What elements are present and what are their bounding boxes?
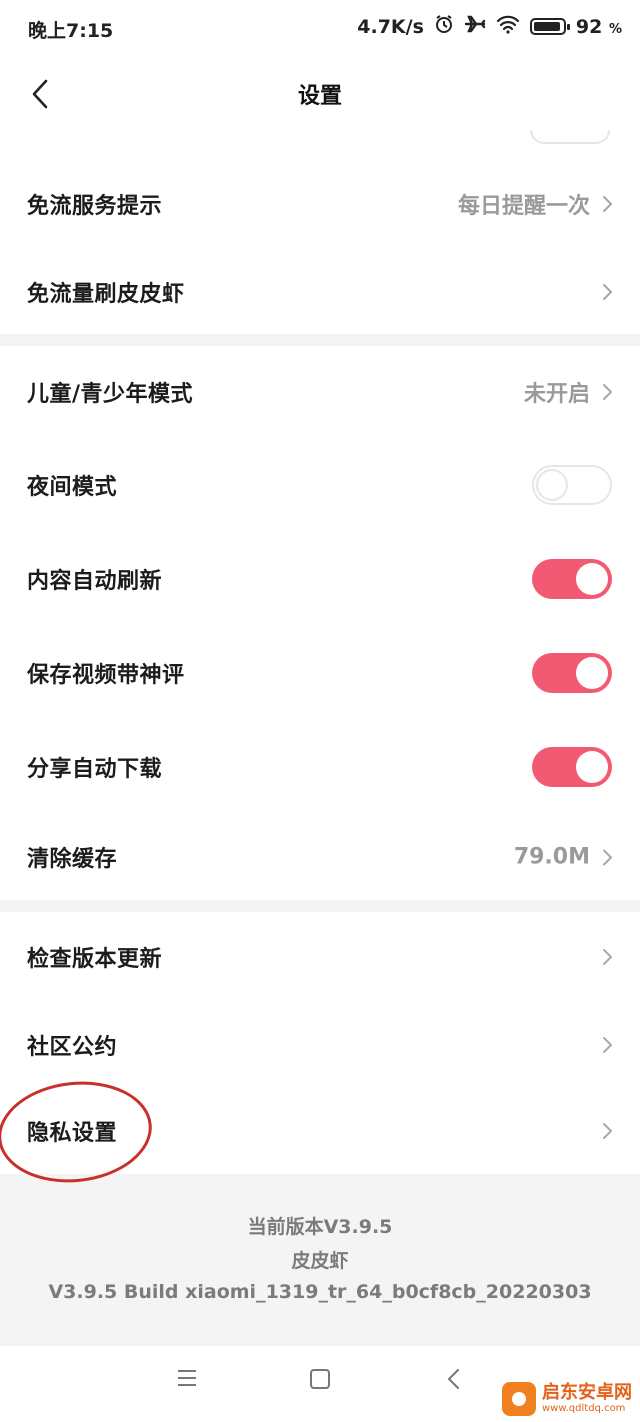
settings-row-free-traffic-tip[interactable]: 免流服务提示 每日提醒一次 <box>0 160 640 248</box>
row-label: 检查版本更新 <box>27 947 163 972</box>
settings-row-free-traffic-browse[interactable]: 免流量刷皮皮虾 <box>0 248 640 336</box>
settings-row-share-auto-download: 分享自动下载 <box>0 720 640 814</box>
settings-section-1: 免流服务提示 每日提醒一次 免流量刷皮皮虾 <box>0 130 640 334</box>
airplane-icon <box>464 14 486 39</box>
row-label: 清除缓存 <box>27 847 118 872</box>
settings-row-community-rules[interactable]: 社区公约 <box>0 1002 640 1088</box>
back-triangle-icon[interactable] <box>446 1368 460 1394</box>
row-right: 每日提醒一次 <box>458 188 614 220</box>
row-right <box>602 1035 614 1055</box>
settings-row-kids-mode[interactable]: 儿童/青少年模式 未开启 <box>0 346 640 438</box>
row-right: 未开启 <box>524 376 614 408</box>
chevron-right-icon <box>603 384 612 400</box>
row-label: 内容自动刷新 <box>27 569 163 594</box>
settings-row-auto-refresh: 内容自动刷新 <box>0 532 640 626</box>
row-right <box>602 947 614 967</box>
row-right: 79.0M <box>514 845 614 870</box>
battery-percent-suffix: % <box>608 21 622 37</box>
app-name: 皮皮虾 <box>291 1250 349 1272</box>
current-version: 当前版本V3.9.5 <box>247 1216 393 1238</box>
save-video-comments-toggle[interactable] <box>532 653 612 693</box>
row-label: 夜间模式 <box>27 475 118 500</box>
battery-icon <box>529 18 570 35</box>
row-label: 社区公约 <box>27 1035 118 1060</box>
page-title: 设置 <box>297 84 342 109</box>
battery-percent-value: 92 <box>575 15 603 38</box>
toggle-knob <box>576 751 608 783</box>
battery-fill <box>533 22 560 31</box>
watermark-name: 启东安卓网 <box>542 1382 632 1403</box>
toggle-knob <box>576 563 608 595</box>
row-right <box>532 653 612 693</box>
status-time: 晚上7:15 <box>28 20 114 42</box>
wifi-icon <box>496 14 520 39</box>
row-label: 保存视频带神评 <box>27 663 185 688</box>
share-auto-download-toggle[interactable] <box>532 747 612 787</box>
row-right <box>532 465 612 505</box>
settings-row-night-mode: 夜间模式 <box>0 438 640 532</box>
nav-header: 设置 <box>0 58 640 130</box>
row-right <box>602 1121 614 1141</box>
watermark: 启东安卓网 www.qdltdq.com <box>502 1382 632 1416</box>
row-label: 免流服务提示 <box>27 194 163 219</box>
cache-size: 79.0M <box>513 844 590 870</box>
row-right <box>532 747 612 787</box>
row-right <box>602 282 614 302</box>
watermark-url: www.qdltdq.com <box>542 1403 626 1414</box>
toggle-knob <box>576 657 608 689</box>
network-speed: 4.7K/s <box>357 15 424 38</box>
auto-refresh-toggle[interactable] <box>532 559 612 599</box>
row-label: 免流量刷皮皮虾 <box>27 282 185 307</box>
settings-row-clear-cache[interactable]: 清除缓存 79.0M <box>0 814 640 900</box>
row-value: 每日提醒一次 <box>457 194 590 219</box>
build-info: V3.9.5 Build xiaomi_1319_tr_64_b0cf8cb_2… <box>48 1281 592 1303</box>
night-mode-toggle[interactable] <box>532 465 612 505</box>
status-right: 4.7K/s 92 % <box>357 14 622 39</box>
alarm-icon <box>434 14 454 39</box>
row-value: 未开启 <box>523 382 590 407</box>
battery-percent: 92 % <box>576 16 622 38</box>
watermark-logo-icon <box>502 1382 536 1416</box>
chevron-right-icon <box>603 284 612 300</box>
chevron-right-icon <box>603 1123 612 1139</box>
chevron-right-icon <box>603 949 612 965</box>
chevron-right-icon <box>603 1037 612 1053</box>
chevron-right-icon <box>603 849 612 865</box>
chevron-right-icon <box>603 196 612 212</box>
row-label: 儿童/青少年模式 <box>27 382 194 407</box>
toggle-partial-hidden[interactable] <box>530 130 610 144</box>
status-bar: 晚上7:15 4.7K/s 92 % <box>0 0 640 58</box>
system-nav-bar: 启东安卓网 www.qdltdq.com <box>0 1346 640 1422</box>
toggle-knob <box>536 469 568 501</box>
home-square-icon[interactable] <box>309 1368 331 1394</box>
settings-section-2: 儿童/青少年模式 未开启 夜间模式 内容自动刷新 保存视频带神评 分享自动下载 … <box>0 346 640 900</box>
settings-row-check-update[interactable]: 检查版本更新 <box>0 912 640 1002</box>
watermark-text: 启东安卓网 www.qdltdq.com <box>542 1384 632 1414</box>
menu-icon[interactable] <box>176 1368 198 1392</box>
row-label: 分享自动下载 <box>27 757 163 782</box>
row-right <box>532 559 612 599</box>
settings-row-save-video-comments: 保存视频带神评 <box>0 626 640 720</box>
